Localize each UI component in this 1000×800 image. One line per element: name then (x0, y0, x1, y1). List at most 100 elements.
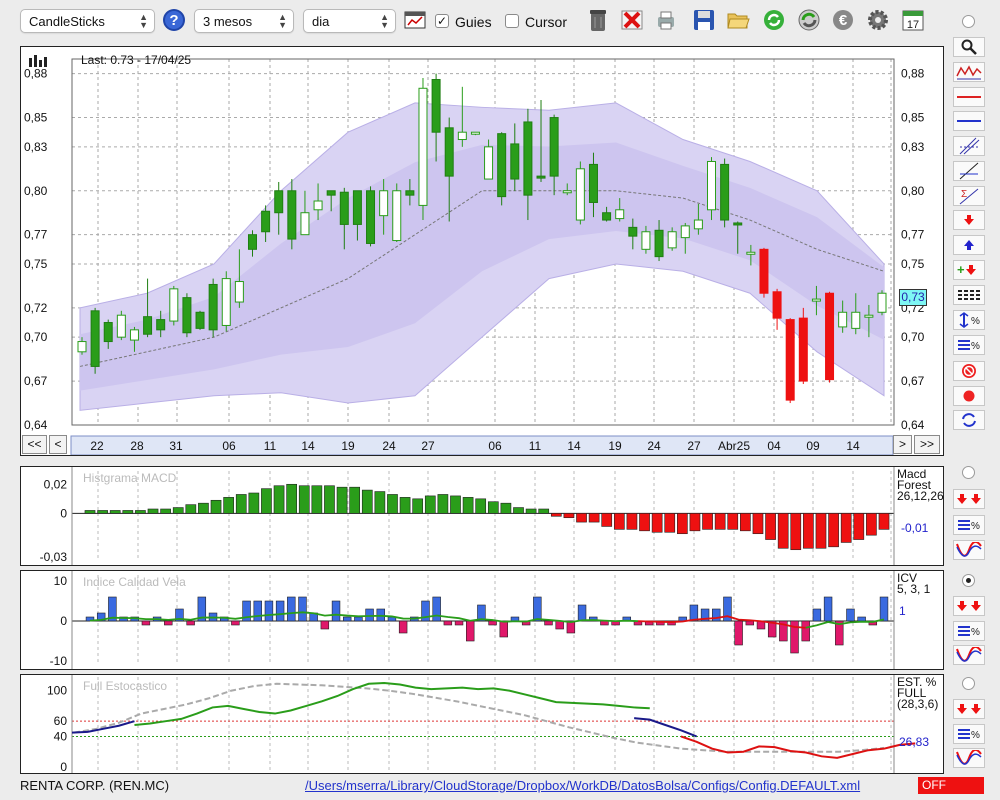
dashed-lines-icon (958, 290, 980, 300)
x-tick-label: 04 (767, 439, 781, 453)
indicator-bar (499, 620, 508, 638)
config-path-link[interactable]: /Users/mserra/Library/CloudStorage/Dropb… (305, 778, 860, 793)
help-button[interactable]: ? (160, 6, 188, 34)
chart-type-select[interactable]: CandleSticks ▲ ▼ (20, 9, 155, 33)
icv-panel-radio[interactable] (962, 574, 975, 587)
indicator-bar (298, 485, 310, 514)
off-toggle[interactable]: OFF (918, 777, 984, 794)
x-tick-label: 14 (846, 439, 860, 453)
interval-select[interactable]: dia ▲ ▼ (303, 9, 396, 33)
indicator-bar (878, 513, 890, 530)
indicator-bar (320, 620, 330, 630)
candle (470, 131, 480, 135)
indicator-bar (677, 513, 688, 535)
nav-first-button[interactable]: << (22, 435, 47, 454)
open-button[interactable] (724, 6, 752, 34)
x-tick-label: 22 (90, 439, 104, 453)
candle (103, 322, 113, 343)
indicator-bar (752, 513, 764, 535)
sell-signal-button[interactable] (953, 210, 985, 230)
percent-lines-icon: % (958, 729, 980, 741)
candle (877, 292, 887, 313)
guides-checkbox[interactable]: ✓ (435, 14, 449, 28)
candle (785, 319, 795, 401)
chart-window-button[interactable] (401, 6, 429, 34)
macd-percent-button[interactable]: % (953, 515, 985, 535)
candle (366, 190, 376, 244)
y-tick-label-right: 0,83 (901, 140, 925, 154)
stochastic-percent-button[interactable]: % (953, 724, 985, 744)
icv-curve-button[interactable] (953, 645, 985, 665)
svg-text:%: % (971, 316, 980, 327)
red-line-button[interactable] (953, 87, 985, 107)
channel-button[interactable] (953, 136, 985, 156)
candle (588, 163, 598, 203)
stochastic-value: 26,83 (899, 735, 930, 749)
macd-panel: 0,02 0 -0,03 Histgrama MACD Macd Forest 26… (20, 466, 944, 566)
y-tick-label-left: 0,85 (24, 111, 48, 125)
sync-button[interactable] (953, 410, 985, 430)
buy-signal-button[interactable] (953, 235, 985, 255)
sync-arrows-icon (962, 413, 976, 427)
candle (379, 190, 389, 217)
refresh-button[interactable] (760, 6, 788, 34)
percent-lines-button[interactable]: % (953, 335, 985, 355)
delete-button[interactable] (584, 6, 612, 34)
indicator-bar (745, 620, 755, 626)
indicator-button[interactable] (953, 62, 985, 82)
candle (247, 234, 257, 250)
indicator-bar (525, 508, 537, 514)
macd-move-button[interactable] (953, 489, 985, 509)
close-chart-button[interactable] (618, 6, 646, 34)
y-tick-label-right: 0,70 (901, 330, 925, 344)
indicator-bar (803, 513, 814, 549)
stochastic-curve-button[interactable] (953, 748, 985, 768)
price-chart[interactable]: 0,88 0,85 0,83 0,80 0,77 0,75 0,72 0,70 0,67 0,64… (21, 47, 943, 455)
icv-percent-button[interactable]: % (953, 621, 985, 641)
add-signal-button[interactable]: + (953, 260, 985, 280)
calendar-button[interactable]: 17 (899, 6, 927, 34)
nav-prev-button[interactable]: < (49, 435, 67, 454)
no-entry-button[interactable] (953, 361, 985, 381)
x-tick-label: 06 (222, 439, 236, 453)
fibonacci-button[interactable]: Σ (953, 186, 985, 206)
nav-next-button[interactable]: > (893, 435, 912, 454)
blue-line-button[interactable] (953, 111, 985, 131)
indicator-bar (840, 513, 852, 543)
candle (431, 78, 441, 133)
lines-button[interactable] (953, 285, 985, 305)
macd-curve-button[interactable] (953, 540, 985, 560)
candle (667, 231, 677, 249)
icv-move-button[interactable] (953, 596, 985, 616)
indicator-bar (223, 497, 234, 514)
chevron-updown-icon: ▲ ▼ (139, 12, 148, 30)
stochastic-move-button[interactable] (953, 699, 985, 719)
indicator-bar (399, 497, 411, 514)
indicator-bar (248, 492, 260, 514)
period-select[interactable]: 3 mesos ▲ ▼ (194, 9, 294, 33)
plus-arrow-icon: + (957, 264, 976, 276)
icv-panel: 10 0 -10 Indice Calidad Vela ICV 5, 3, 1 1 (20, 570, 944, 670)
indicator-bar (361, 489, 373, 514)
globe-refresh-button[interactable] (795, 6, 823, 34)
cursor-checkbox[interactable] (505, 14, 519, 28)
horizontal-line-red-icon (957, 96, 981, 98)
indicator-bar (815, 513, 827, 549)
settings-button[interactable] (864, 6, 892, 34)
currency-button[interactable]: € (829, 6, 857, 34)
y-tick-label-left: 0,80 (24, 184, 48, 198)
macd-panel-radio[interactable] (962, 466, 975, 479)
percent-scale-button[interactable]: % (953, 310, 985, 330)
indicator-bar (210, 499, 222, 514)
stochastic-panel-radio[interactable] (962, 677, 975, 690)
indicator-bar (689, 513, 701, 532)
nav-last-button[interactable]: >> (914, 435, 940, 454)
save-button[interactable] (690, 6, 718, 34)
trendline-button[interactable] (953, 161, 985, 181)
record-button[interactable] (953, 386, 985, 406)
price-panel-radio[interactable] (962, 15, 975, 28)
print-button[interactable] (652, 6, 680, 34)
curve-icon (956, 647, 982, 662)
zoom-button[interactable] (953, 37, 985, 57)
indicator-bar (432, 596, 441, 622)
